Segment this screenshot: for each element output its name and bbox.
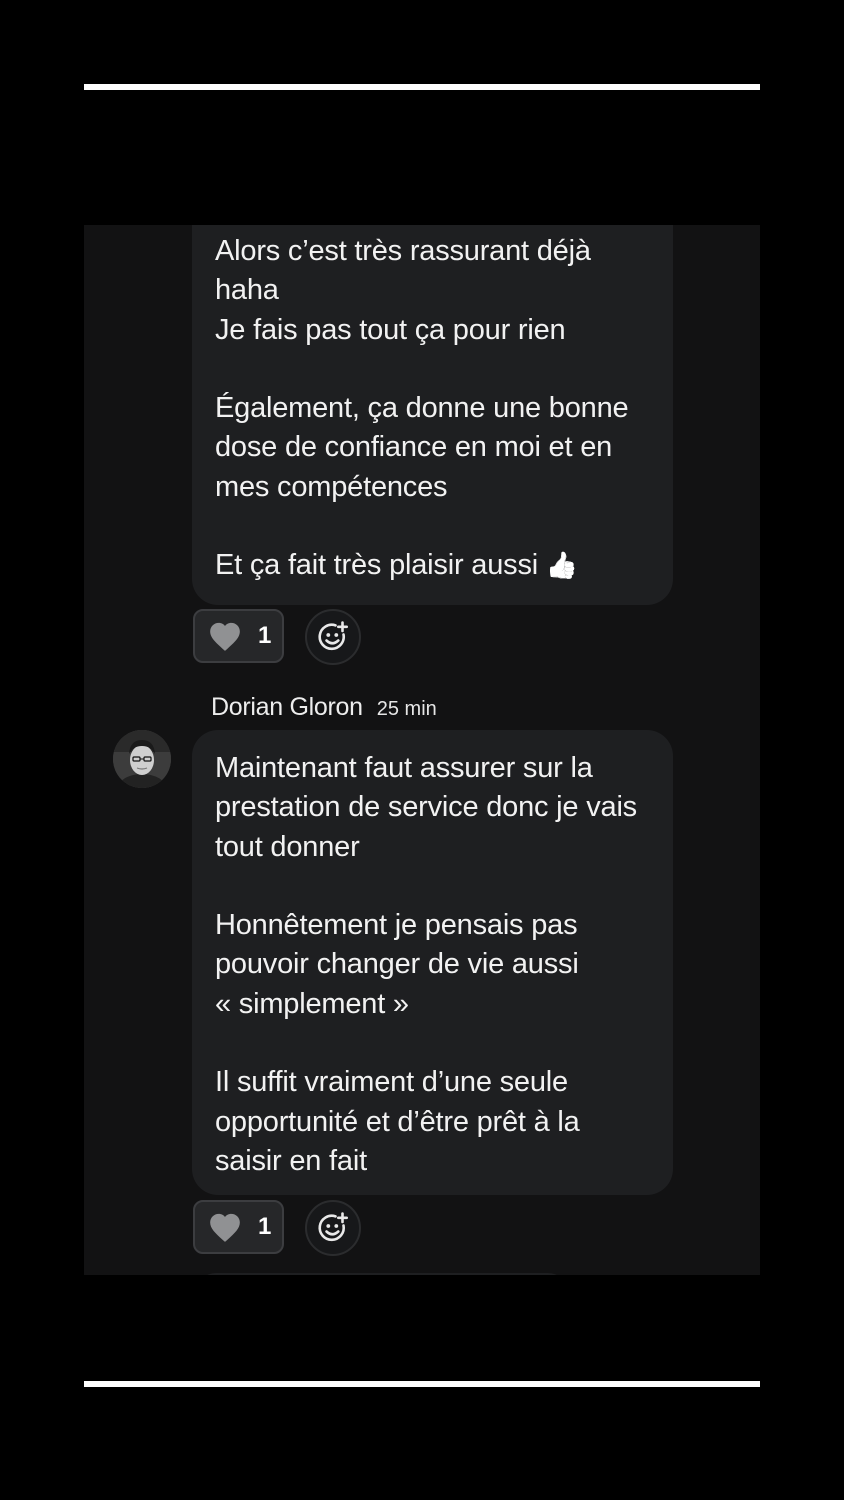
add-reaction-button[interactable] [305,1200,361,1256]
reaction-count: 1 [258,1213,272,1240]
add-reaction-button[interactable] [305,609,361,665]
heart-icon [210,622,240,651]
reaction-count: 1 [258,622,272,649]
message-text: Maintenant faut assurer sur la prestatio… [215,752,637,1177]
thumbs-up-icon: 👍 [545,550,579,581]
message-bubble-partial [196,1273,568,1275]
add-emoji-icon [318,621,348,651]
message-header: Dorian Gloron 25 min [211,693,437,722]
bottom-divider [84,1381,760,1387]
heart-reaction-button[interactable]: 1 [193,1200,284,1254]
heart-icon [210,1213,240,1242]
message-timestamp: 25 min [376,698,437,720]
add-emoji-icon [318,1212,348,1242]
chat-panel[interactable]: Alors c’est très rassurant déjà haha Je … [84,225,760,1275]
author-name[interactable]: Dorian Gloron [211,693,363,722]
heart-reaction-button[interactable]: 1 [193,609,284,663]
top-divider [84,84,760,90]
message-bubble: Alors c’est très rassurant déjà haha Je … [192,225,673,605]
message-text: Alors c’est très rassurant déjà haha Je … [215,235,629,582]
avatar[interactable] [113,730,171,788]
user-photo [113,730,171,788]
message-bubble: Maintenant faut assurer sur la prestatio… [192,730,673,1195]
